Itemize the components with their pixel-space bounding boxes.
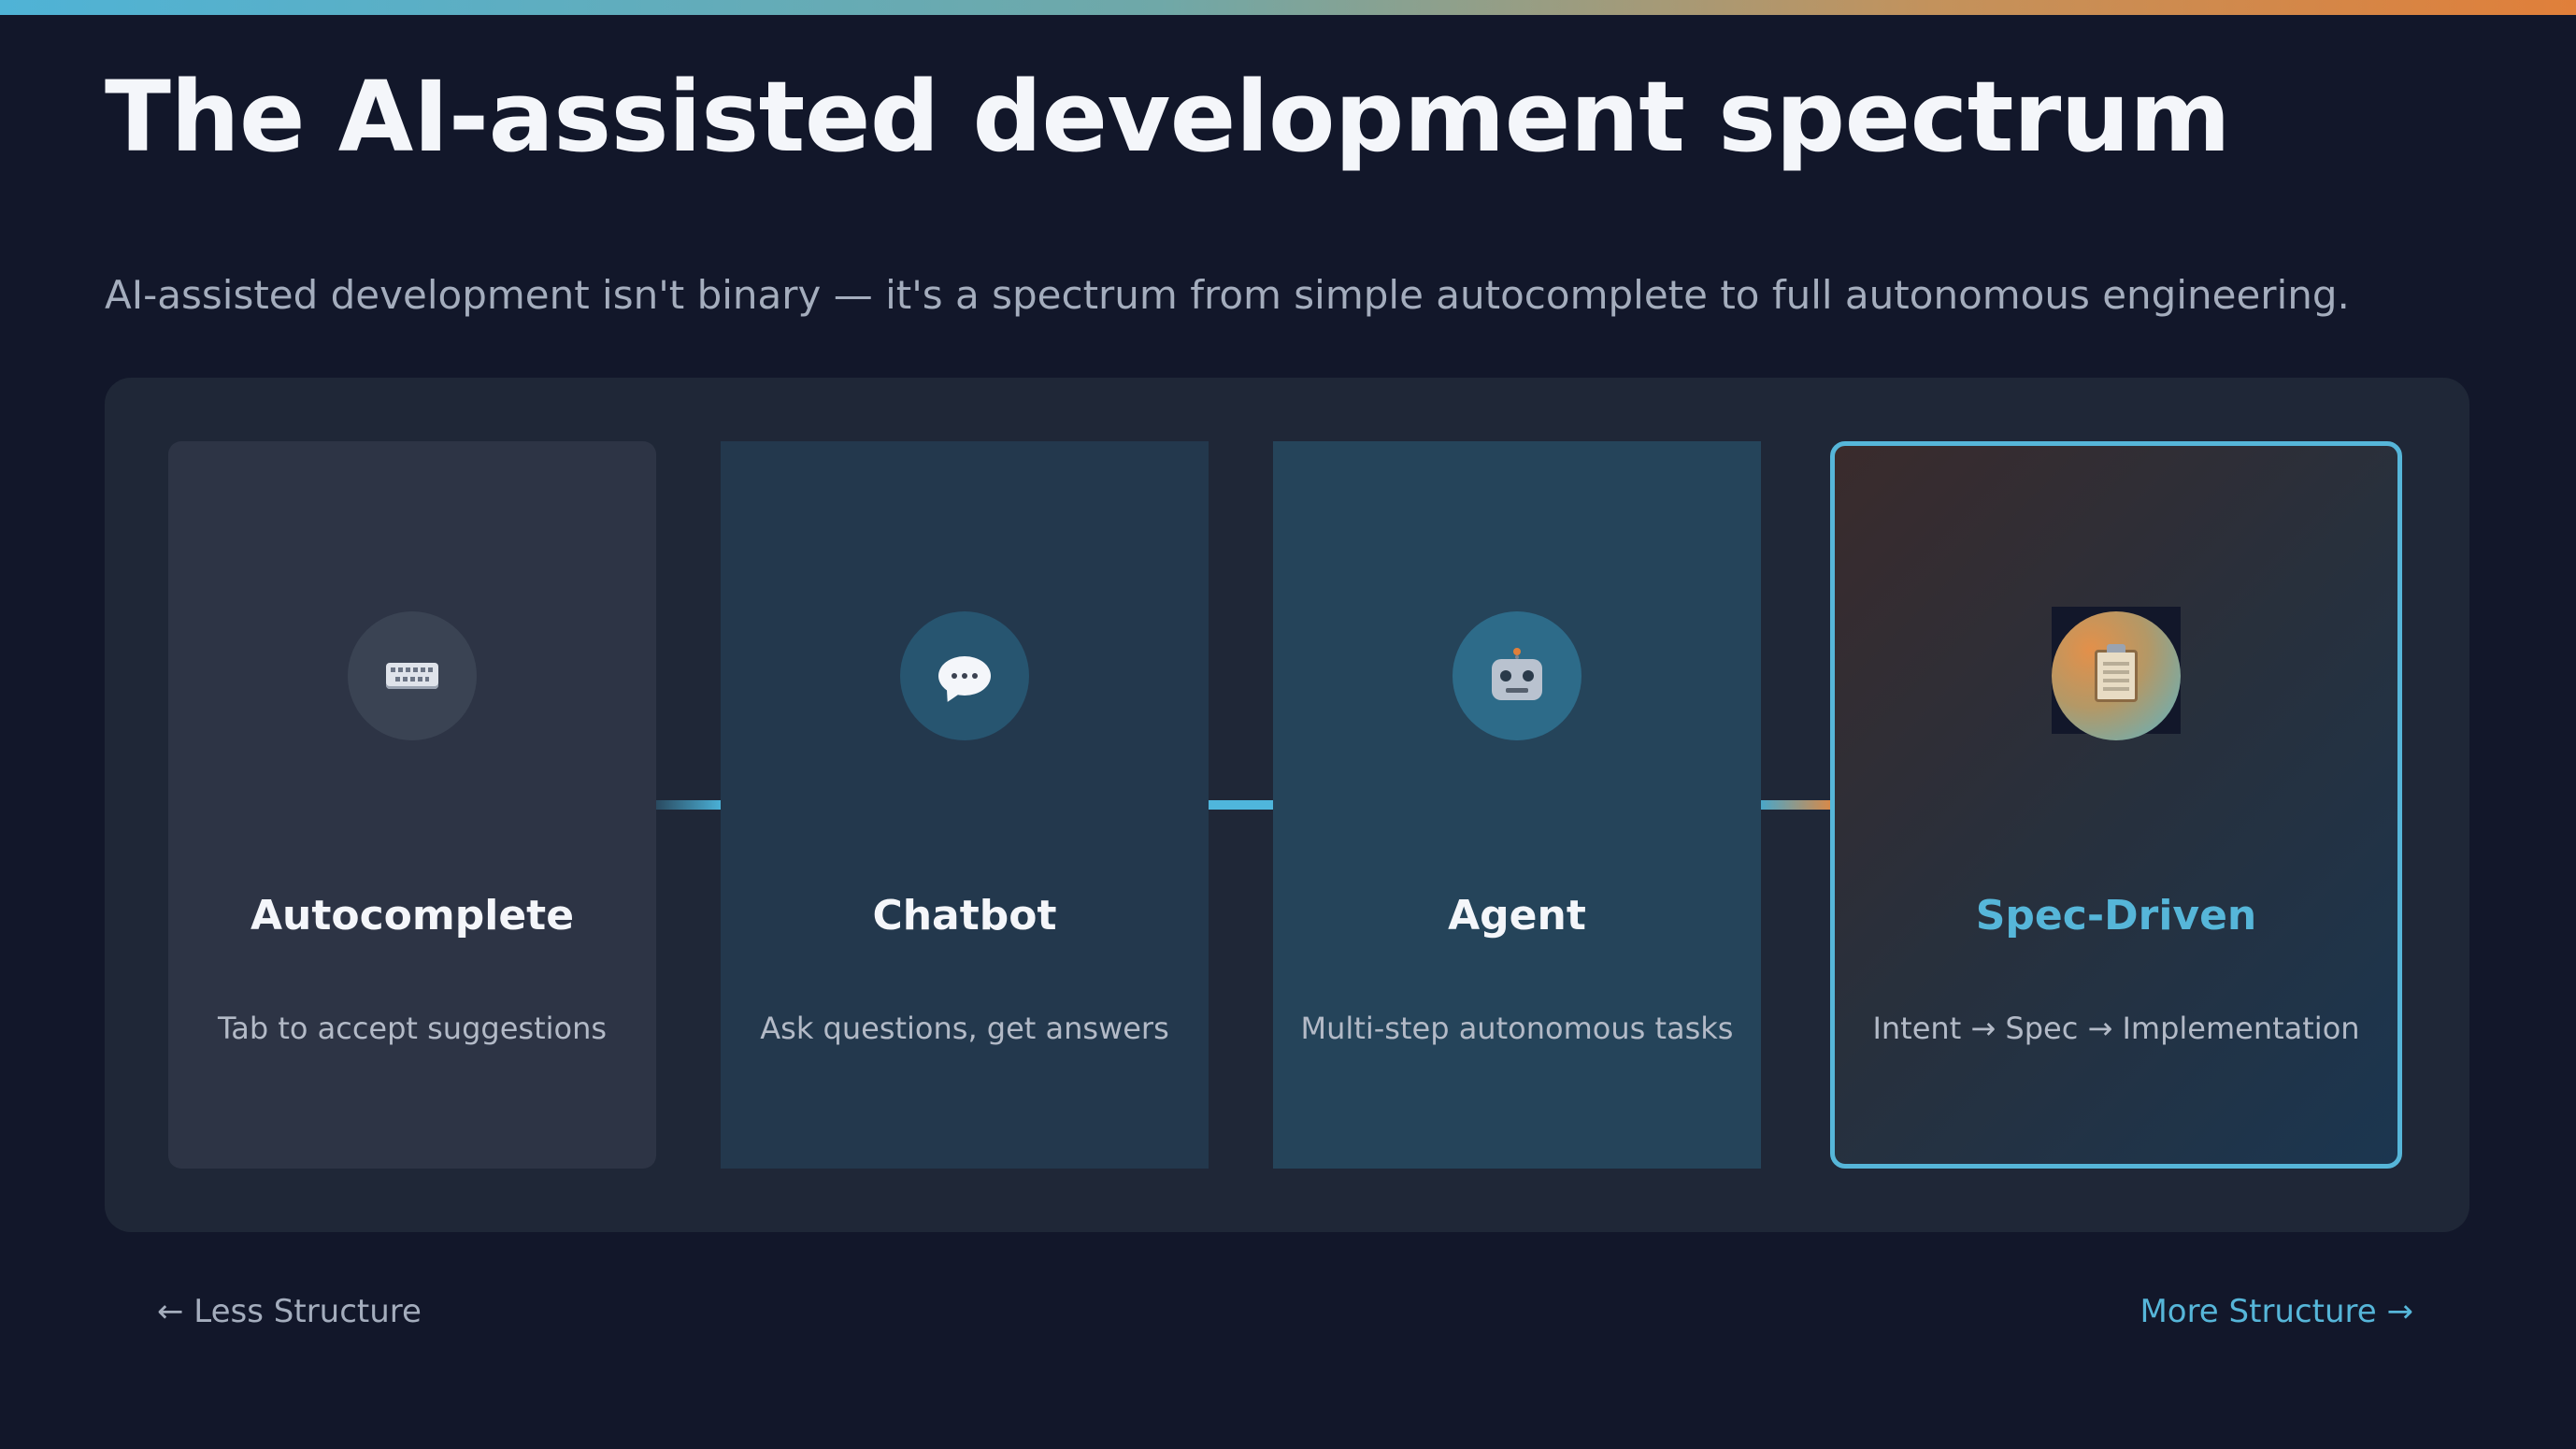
- keyboard-icon: [386, 663, 438, 689]
- stage-icon-badge: [1453, 611, 1581, 740]
- stage-card-chatbot: Chatbot Ask questions, get answers: [721, 441, 1209, 1169]
- stage-card-autocomplete: Autocomplete Tab to accept suggestions: [168, 441, 656, 1169]
- stage-icon-badge: [2052, 611, 2181, 740]
- clipboard-icon: [2095, 644, 2138, 702]
- stage-icon-badge: [348, 611, 477, 740]
- stage-card-agent: Agent Multi-step autonomous tasks: [1273, 441, 1761, 1169]
- stage-title: Autocomplete: [250, 892, 575, 940]
- stage-description: Ask questions, get answers: [760, 1011, 1169, 1046]
- more-structure-label: More Structure →: [2140, 1293, 2413, 1330]
- stage-connector: [656, 800, 721, 810]
- page-title: The AI-assisted development spectrum: [105, 60, 2231, 174]
- stage-description: Multi-step autonomous tasks: [1300, 1011, 1734, 1046]
- stage-description: Tab to accept suggestions: [217, 1011, 608, 1046]
- stage-connector: [1209, 800, 1273, 810]
- less-structure-label: ← Less Structure: [157, 1293, 422, 1330]
- page-subtitle: AI-assisted development isn't binary — i…: [105, 272, 2350, 318]
- spectrum-panel: Autocomplete Tab to accept suggestions C…: [105, 378, 2469, 1232]
- stage-title: Chatbot: [872, 892, 1057, 940]
- robot-icon: [1492, 648, 1542, 700]
- stage-connector: [1761, 800, 1830, 810]
- stage-title: Spec-Driven: [1975, 892, 2257, 940]
- speech-bubble-icon: [938, 656, 991, 696]
- stage-description: Intent → Spec → Implementation: [1872, 1011, 2360, 1046]
- top-gradient-bar: [0, 0, 2576, 15]
- stage-icon-badge: [900, 611, 1029, 740]
- stage-card-spec-driven: Spec-Driven Intent → Spec → Implementati…: [1830, 441, 2402, 1169]
- stage-title: Agent: [1448, 892, 1586, 940]
